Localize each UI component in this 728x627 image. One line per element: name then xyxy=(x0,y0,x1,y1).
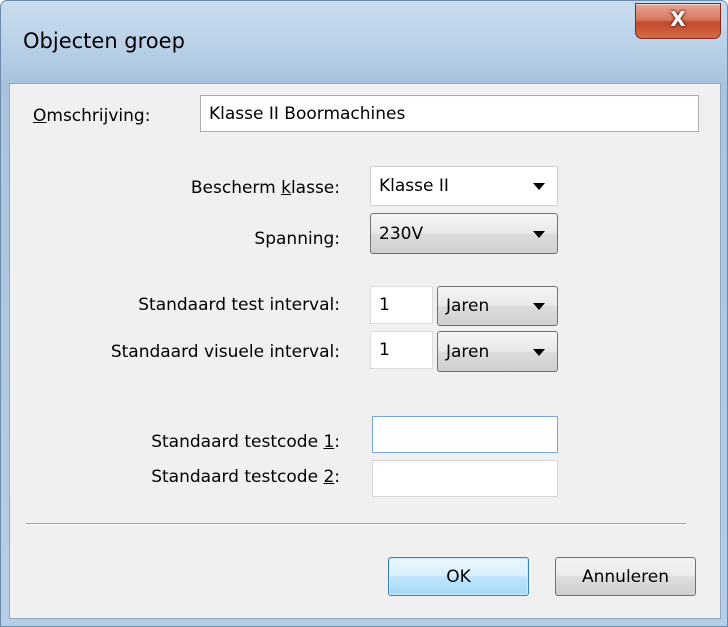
separator xyxy=(26,523,686,525)
visual-interval-input[interactable]: 1 xyxy=(370,331,433,369)
chevron-down-icon xyxy=(533,348,545,356)
description-input[interactable]: Klasse II Boormachines xyxy=(200,95,699,132)
title-bar[interactable]: Objecten groep X xyxy=(1,1,727,83)
visual-interval-unit-select[interactable]: Jaren xyxy=(437,331,558,372)
testcode-2-label: Standaard testcode 2: xyxy=(151,467,340,487)
test-interval-unit-select[interactable]: Jaren xyxy=(437,286,558,326)
visual-interval-unit-value: Jaren xyxy=(446,341,490,362)
testcode-2-input[interactable] xyxy=(372,460,558,497)
close-button[interactable]: X xyxy=(635,3,721,39)
test-interval-label: Standaard test interval: xyxy=(138,295,340,315)
voltage-value: 230V xyxy=(379,223,424,244)
voltage-label: Spanning: xyxy=(254,229,340,249)
close-icon: X xyxy=(670,7,686,31)
chevron-down-icon xyxy=(533,230,545,238)
ok-button[interactable]: OK xyxy=(388,557,529,596)
description-value: Klasse II Boormachines xyxy=(209,103,406,124)
test-interval-unit-value: Jaren xyxy=(446,296,490,316)
protection-class-select[interactable]: Klasse II xyxy=(370,166,558,206)
protection-class-label: Bescherm klasse: xyxy=(190,178,340,198)
description-label: Omschrijving: xyxy=(33,106,151,126)
test-interval-value: 1 xyxy=(379,295,390,315)
voltage-select[interactable]: 230V xyxy=(370,213,558,254)
chevron-down-icon xyxy=(533,183,545,190)
protection-class-value: Klasse II xyxy=(379,176,449,196)
cancel-button[interactable]: Annuleren xyxy=(555,557,696,596)
visual-interval-label: Standaard visuele interval: xyxy=(110,342,340,362)
testcode-1-input[interactable] xyxy=(372,416,558,453)
chevron-down-icon xyxy=(533,303,545,310)
test-interval-input[interactable]: 1 xyxy=(370,286,433,324)
testcode-1-label: Standaard testcode 1: xyxy=(151,432,340,452)
visual-interval-value: 1 xyxy=(379,340,390,360)
window-title: Objecten groep xyxy=(23,29,185,53)
